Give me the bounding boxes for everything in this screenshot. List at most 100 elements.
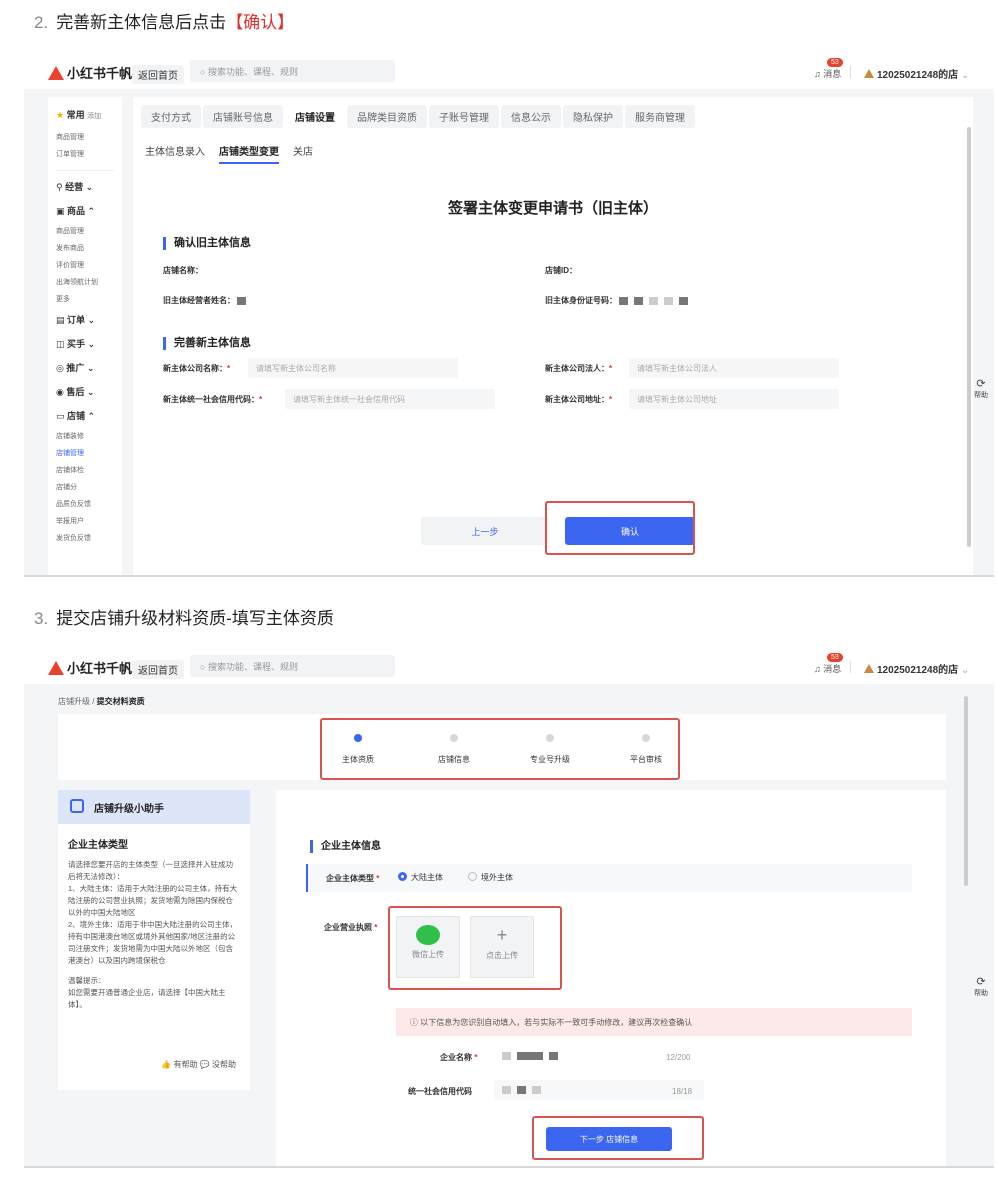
top-bar: 小红书千帆 返回首页 ○ 搜索功能、课程、规则 ♫ 消息 53 12025021… bbox=[24, 55, 994, 89]
radio-unchecked-icon bbox=[468, 872, 477, 881]
help-button[interactable]: ⟳ 帮助 bbox=[970, 975, 992, 998]
subtab-close-shop[interactable]: 关店 bbox=[293, 147, 313, 158]
tab-provider[interactable]: 服务商管理 bbox=[625, 105, 695, 128]
scrollbar[interactable] bbox=[964, 696, 968, 886]
highlight-box bbox=[532, 1116, 704, 1160]
breadcrumb: 店铺升级 / 提交材料资质 bbox=[58, 697, 145, 706]
sidebar-item[interactable]: 订单管理 bbox=[56, 146, 114, 163]
subtab-shop-type-change[interactable]: 店铺类型变更 bbox=[219, 147, 279, 164]
company-address-input[interactable]: 请填写新主体公司地址 bbox=[629, 389, 839, 409]
scrollbar[interactable] bbox=[967, 127, 971, 547]
screenshot-2: 小红书千帆 返回首页 ○ 搜索功能、课程、规则 ♫ 消息 53 12025021… bbox=[24, 650, 994, 1168]
tab-subaccount[interactable]: 子账号管理 bbox=[429, 105, 499, 128]
sidebar: ★ 常用 添加 商品管理 订单管理 ⚲ 经营 ⌄ ▣ 商品 ⌃ 商品管理 发布商… bbox=[48, 97, 122, 575]
redacted-block bbox=[502, 1051, 511, 1060]
sidebar-item[interactable]: 商品管理 bbox=[56, 223, 114, 240]
logo[interactable]: 小红书千帆 bbox=[48, 658, 132, 677]
radio-mainland[interactable]: 大陆主体 bbox=[398, 872, 443, 883]
message-button[interactable]: ♫ 消息 bbox=[814, 67, 841, 80]
sidebar-section-shop[interactable]: ▭ 店铺 ⌃ bbox=[56, 404, 114, 428]
redacted-block bbox=[634, 296, 644, 305]
credit-code-label: 新主体统一社会信用代码：* bbox=[163, 395, 263, 404]
message-button[interactable]: ♫ 消息 bbox=[814, 662, 841, 675]
logo-icon bbox=[48, 66, 64, 80]
breadcrumb-current: 提交材料资质 bbox=[96, 697, 145, 706]
divider bbox=[850, 66, 851, 78]
sidebar-section-common[interactable]: ★ 常用 添加 bbox=[56, 103, 114, 129]
old-id-label: 旧主体身份证号码： bbox=[545, 295, 694, 306]
shop-icon bbox=[864, 69, 874, 78]
section-confirm-old: 确认旧主体信息 bbox=[163, 237, 251, 250]
step-3-text: 提交店铺升级材料资质-填写主体资质 bbox=[56, 609, 334, 628]
user-menu[interactable]: 12025021248的店 ⌄ bbox=[864, 661, 969, 676]
redacted-block bbox=[649, 296, 659, 305]
redacted-block bbox=[619, 296, 629, 305]
helper-tip: 温馨提示： 如您需要开通普通企业店，请选择【中国大陆主体】。 bbox=[68, 976, 226, 1009]
radio-checked-icon bbox=[398, 872, 407, 881]
tab-disclosure[interactable]: 信息公示 bbox=[501, 105, 561, 128]
tab-brand[interactable]: 品牌类目资质 bbox=[347, 105, 427, 128]
subtab-entity-info[interactable]: 主体信息录入 bbox=[145, 147, 205, 158]
step-2-text: 完善新主体信息后点击 bbox=[56, 13, 227, 32]
logo[interactable]: 小红书千帆 bbox=[48, 63, 132, 82]
license-label: 企业营业执照 * bbox=[324, 923, 378, 932]
redacted-block bbox=[517, 1085, 526, 1094]
sidebar-section-promote[interactable]: ◎ 推广 ⌄ bbox=[56, 356, 114, 380]
sidebar-section-product[interactable]: ▣ 商品 ⌃ bbox=[56, 199, 114, 223]
back-home-button[interactable]: 返回首页 bbox=[132, 660, 184, 679]
helper-title: 店铺升级小助手 bbox=[58, 790, 250, 824]
message-badge: 53 bbox=[827, 653, 843, 662]
chevron-down-icon: ⌄ bbox=[960, 70, 970, 81]
type-label: 企业主体类型 * bbox=[326, 874, 380, 883]
step-2-title: 2. 完善新主体信息后点击【确认】 bbox=[34, 8, 294, 33]
search-input[interactable]: ○ 搜索功能、课程、规则 bbox=[190, 655, 395, 677]
sidebar-item[interactable]: 举报用户 bbox=[56, 513, 114, 530]
sidebar-item[interactable]: 店铺体检 bbox=[56, 462, 114, 479]
help-button[interactable]: ⟳ 帮助 bbox=[970, 377, 992, 400]
form-panel: 企业主体信息 企业主体类型 * 大陆主体 境外主体 企业营业执照 * 微信上传 … bbox=[276, 790, 946, 1166]
tab-account[interactable]: 店铺账号信息 bbox=[203, 105, 283, 128]
sidebar-section-operate[interactable]: ⚲ 经营 ⌄ bbox=[56, 175, 114, 199]
company-address-label: 新主体公司地址：* bbox=[545, 395, 613, 404]
breadcrumb-parent[interactable]: 店铺升级 bbox=[58, 697, 90, 706]
sidebar-item[interactable]: 发布商品 bbox=[56, 240, 114, 257]
sidebar-item[interactable]: 更多 bbox=[56, 291, 114, 308]
sidebar-section-aftersale[interactable]: ◉ 售后 ⌄ bbox=[56, 380, 114, 404]
sidebar-item-shop-manage[interactable]: 店铺管理 bbox=[56, 445, 114, 462]
step-2-highlight: 【确认】 bbox=[226, 13, 295, 32]
redacted-block bbox=[549, 1051, 558, 1060]
prev-button[interactable]: 上一步 bbox=[421, 517, 549, 545]
chevron-down-icon: ⌄ bbox=[960, 665, 970, 676]
auto-fill-notice: ⓘ 以下信息为您识别自动填入，若与实际不一致可手动修改，建议再次检查确认 bbox=[396, 1008, 912, 1036]
company-name-input[interactable]: 请填写新主体公司名称 bbox=[248, 358, 458, 378]
back-home-button[interactable]: 返回首页 bbox=[132, 65, 184, 84]
sidebar-item[interactable]: 评价管理 bbox=[56, 257, 114, 274]
user-menu[interactable]: 12025021248的店 ⌄ bbox=[864, 66, 969, 81]
useless-button[interactable]: 💬 没帮助 bbox=[200, 1060, 236, 1069]
tab-shop-settings[interactable]: 店铺设置 bbox=[285, 105, 345, 128]
screenshot-1: 小红书千帆 返回首页 ○ 搜索功能、课程、规则 ♫ 消息 53 12025021… bbox=[24, 55, 994, 577]
sidebar-section-order[interactable]: ▤ 订单 ⌄ bbox=[56, 308, 114, 332]
sidebar-item[interactable]: 店铺装修 bbox=[56, 428, 114, 445]
radio-overseas[interactable]: 境外主体 bbox=[468, 872, 513, 883]
legal-person-input[interactable]: 请填写新主体公司法人 bbox=[629, 358, 839, 378]
tab-privacy[interactable]: 隐私保护 bbox=[563, 105, 623, 128]
sidebar-section-buyer[interactable]: ◫ 买手 ⌄ bbox=[56, 332, 114, 356]
useful-button[interactable]: 👍 有帮助 bbox=[161, 1060, 197, 1069]
step-3-number: 3. bbox=[34, 609, 49, 628]
help-icon: ⟳ bbox=[976, 378, 986, 390]
section-entity-info: 企业主体信息 bbox=[310, 840, 381, 853]
sidebar-item[interactable]: 发货负反馈 bbox=[56, 530, 114, 547]
credit-code-input[interactable]: 请填写新主体统一社会信用代码 bbox=[285, 389, 495, 409]
sidebar-item[interactable]: 出海领航计划 bbox=[56, 274, 114, 291]
company-name-label: 新主体公司名称：* bbox=[163, 364, 231, 373]
type-row: 企业主体类型 * 大陆主体 境外主体 bbox=[306, 864, 912, 892]
highlight-box bbox=[545, 501, 695, 555]
divider bbox=[850, 661, 851, 673]
sidebar-item[interactable]: 商品管理 bbox=[56, 129, 114, 146]
search-input[interactable]: ○ 搜索功能、课程、规则 bbox=[190, 60, 395, 82]
tab-payment[interactable]: 支付方式 bbox=[141, 105, 201, 128]
sidebar-item[interactable]: 店铺分 bbox=[56, 479, 114, 496]
sidebar-item[interactable]: 品质负反馈 bbox=[56, 496, 114, 513]
step-2-number: 2. bbox=[34, 13, 49, 32]
